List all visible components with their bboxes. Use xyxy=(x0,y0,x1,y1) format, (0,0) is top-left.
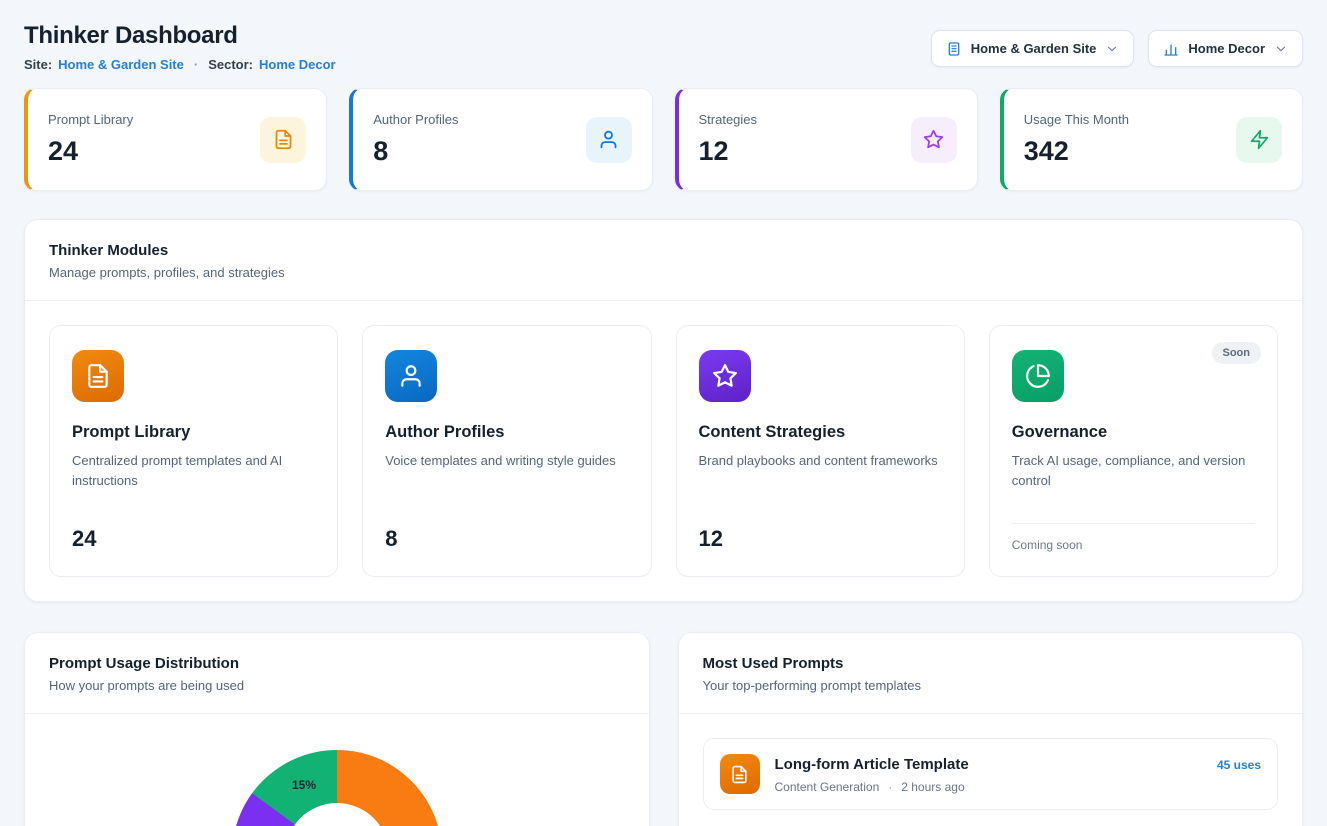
segment-percent-label: 15% xyxy=(292,778,316,792)
file-text-icon xyxy=(260,117,306,163)
donut-chart-area: 15% xyxy=(25,714,649,826)
module-title: Prompt Library xyxy=(72,423,315,442)
stat-text: Prompt Library 24 xyxy=(48,112,133,167)
bottom-row: Prompt Usage Distribution How your promp… xyxy=(24,632,1303,826)
site-link[interactable]: Home & Garden Site xyxy=(58,57,184,72)
module-count: 24 xyxy=(72,526,315,552)
most-used-panel: Most Used Prompts Your top-performing pr… xyxy=(678,632,1304,826)
stat-text: Usage This Month 342 xyxy=(1024,112,1129,167)
module-description: Brand playbooks and content frameworks xyxy=(699,451,942,471)
module-card-prompt-library[interactable]: Prompt Library Centralized prompt templa… xyxy=(49,325,338,577)
chevron-down-icon xyxy=(1274,42,1288,56)
stat-label: Strategies xyxy=(699,112,758,127)
modules-subtitle: Manage prompts, profiles, and strategies xyxy=(49,265,1278,280)
module-title: Content Strategies xyxy=(699,423,942,442)
sector-label: Sector: xyxy=(208,57,253,72)
most-used-panel-header: Most Used Prompts Your top-performing pr… xyxy=(679,633,1303,714)
stat-value: 12 xyxy=(699,136,758,167)
stat-card-prompt-library[interactable]: Prompt Library 24 xyxy=(24,88,327,191)
usage-subtitle: How your prompts are being used xyxy=(49,678,625,693)
sector-link[interactable]: Home Decor xyxy=(259,57,336,72)
chevron-down-icon xyxy=(1105,42,1119,56)
separator-dot: · xyxy=(888,780,892,794)
bolt-icon xyxy=(1236,117,1282,163)
thinker-modules-panel: Thinker Modules Manage prompts, profiles… xyxy=(24,219,1303,602)
file-text-icon xyxy=(72,350,124,402)
modules-title: Thinker Modules xyxy=(49,242,1278,259)
most-used-title: Most Used Prompts xyxy=(703,655,1279,672)
stat-label: Usage This Month xyxy=(1024,112,1129,127)
stat-text: Author Profiles 8 xyxy=(373,112,458,167)
usage-panel-header: Prompt Usage Distribution How your promp… xyxy=(25,633,649,714)
module-description: Voice templates and writing style guides xyxy=(385,451,628,471)
pie-chart-icon xyxy=(1012,350,1064,402)
usage-title: Prompt Usage Distribution xyxy=(49,655,625,672)
stats-row: Prompt Library 24 Author Profiles 8 Stra… xyxy=(24,88,1303,191)
star-icon xyxy=(699,350,751,402)
module-card-content-strategies[interactable]: Content Strategies Brand playbooks and c… xyxy=(676,325,965,577)
module-title: Author Profiles xyxy=(385,423,628,442)
prompt-item-meta: Content Generation · 2 hours ago xyxy=(775,780,969,794)
header: Thinker Dashboard Site: Home & Garden Si… xyxy=(24,22,1303,72)
module-description: Track AI usage, compliance, and version … xyxy=(1012,451,1255,491)
stat-value: 342 xyxy=(1024,136,1129,167)
site-selector-dropdown[interactable]: Home & Garden Site xyxy=(931,30,1135,67)
soon-badge: Soon xyxy=(1212,342,1262,364)
file-text-icon xyxy=(720,754,760,794)
building-icon xyxy=(946,41,962,57)
header-selectors: Home & Garden Site Home Decor xyxy=(931,30,1303,67)
user-icon xyxy=(385,350,437,402)
module-description: Centralized prompt templates and AI inst… xyxy=(72,451,315,491)
module-title: Governance xyxy=(1012,423,1255,442)
stat-label: Prompt Library xyxy=(48,112,133,127)
prompt-list: Long-form Article Template Content Gener… xyxy=(679,714,1303,826)
prompt-item-text: Long-form Article Template Content Gener… xyxy=(775,754,969,794)
star-icon xyxy=(911,117,957,163)
module-count: 8 xyxy=(385,526,628,552)
thinker-dashboard-page: Thinker Dashboard Site: Home & Garden Si… xyxy=(0,0,1327,826)
bar-chart-icon xyxy=(1163,41,1179,57)
stat-card-strategies[interactable]: Strategies 12 xyxy=(675,88,978,191)
donut-chart[interactable] xyxy=(232,750,442,826)
module-card-author-profiles[interactable]: Author Profiles Voice templates and writ… xyxy=(362,325,651,577)
stat-value: 24 xyxy=(48,136,133,167)
stat-card-usage[interactable]: Usage This Month 342 xyxy=(1000,88,1303,191)
header-titles: Thinker Dashboard Site: Home & Garden Si… xyxy=(24,22,336,72)
stat-label: Author Profiles xyxy=(373,112,458,127)
user-icon xyxy=(586,117,632,163)
stat-text: Strategies 12 xyxy=(699,112,758,167)
breadcrumb: Site: Home & Garden Site · Sector: Home … xyxy=(24,57,336,72)
coming-soon-text: Coming soon xyxy=(1012,523,1255,552)
prompt-uses-badge: 45 uses xyxy=(1217,758,1261,772)
module-card-governance[interactable]: Soon Governance Track AI usage, complian… xyxy=(989,325,1278,577)
prompt-time: 2 hours ago xyxy=(901,780,964,794)
stat-value: 8 xyxy=(373,136,458,167)
list-item-prompt[interactable]: Long-form Article Template Content Gener… xyxy=(703,738,1279,810)
separator-dot: · xyxy=(194,57,198,72)
modules-grid: Prompt Library Centralized prompt templa… xyxy=(25,301,1302,601)
page-title: Thinker Dashboard xyxy=(24,22,336,50)
stat-card-author-profiles[interactable]: Author Profiles 8 xyxy=(349,88,652,191)
most-used-subtitle: Your top-performing prompt templates xyxy=(703,678,1279,693)
sector-selector-label: Home Decor xyxy=(1188,41,1265,56)
prompt-item-title: Long-form Article Template xyxy=(775,756,969,773)
sector-selector-dropdown[interactable]: Home Decor xyxy=(1148,30,1303,67)
module-count: 12 xyxy=(699,526,942,552)
site-label: Site: xyxy=(24,57,52,72)
modules-panel-header: Thinker Modules Manage prompts, profiles… xyxy=(25,220,1302,301)
prompt-category: Content Generation xyxy=(775,780,880,794)
site-selector-label: Home & Garden Site xyxy=(971,41,1097,56)
prompt-usage-panel: Prompt Usage Distribution How your promp… xyxy=(24,632,650,826)
